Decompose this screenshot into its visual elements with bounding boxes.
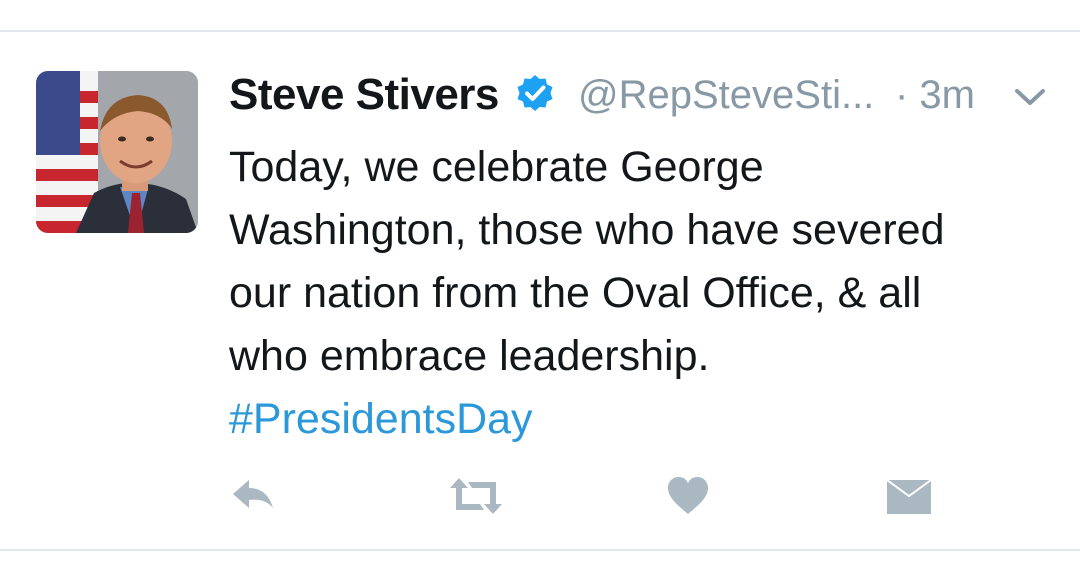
tweet-actions [229,474,949,518]
tweet-text-line: Washington, those who have severed [229,206,945,254]
tweet-timestamp[interactable]: · 3m [895,73,975,118]
hashtag-link[interactable]: #PresidentsDay [229,388,1049,451]
tweet-header: Steve Stivers @RepSteveSti... · 3m [229,64,1049,124]
tweet-card: Steve Stivers @RepSteveSti... · 3m Today… [0,0,1080,567]
tweet-text-line: our nation from the Oval Office, & all [229,269,922,317]
tweet-text-line: who embrace leadership. [229,332,710,380]
heart-icon[interactable] [666,474,710,518]
envelope-icon[interactable] [885,474,933,518]
avatar[interactable] [36,71,198,233]
verified-badge-icon [515,73,555,113]
top-divider [0,30,1080,32]
retweet-icon[interactable] [448,474,504,518]
user-handle[interactable]: @RepSteveSti... [578,73,874,118]
reply-icon[interactable] [229,474,277,518]
tweet-text: Today, we celebrate George Washington, t… [229,136,1049,451]
bottom-divider [0,549,1080,551]
tweet-text-line: Today, we celebrate George [229,143,764,191]
chevron-down-icon[interactable] [1013,86,1047,108]
user-name[interactable]: Steve Stivers [229,70,499,120]
